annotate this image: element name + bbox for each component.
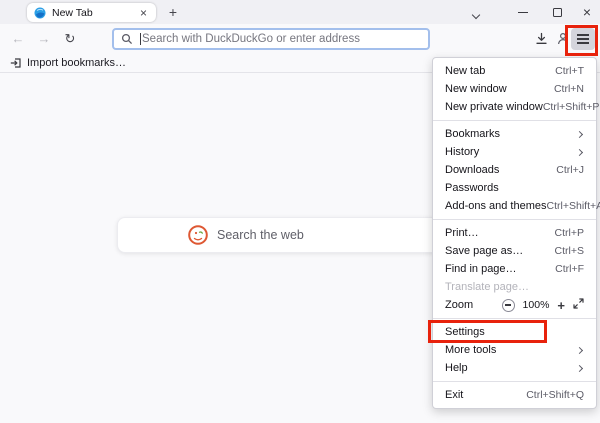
tab-new-tab[interactable]: New Tab ×	[27, 3, 156, 22]
menu-item-translate-page: Translate page…	[433, 278, 596, 296]
menu-item-label: New private window	[445, 101, 543, 113]
menu-separator	[433, 381, 596, 382]
menu-item-shortcut: Ctrl+J	[556, 164, 584, 176]
maximize-button[interactable]	[542, 0, 572, 24]
menu-item-more-tools[interactable]: More tools	[433, 341, 596, 359]
menu-item-help[interactable]: Help	[433, 359, 596, 377]
duckduckgo-icon	[188, 225, 208, 245]
tab-strip: New Tab × + ×	[0, 0, 600, 24]
menu-item-label: Bookmarks	[445, 128, 577, 140]
tab-close-icon[interactable]: ×	[138, 6, 149, 20]
menu-item-passwords[interactable]: Passwords	[433, 179, 596, 197]
chevron-down-icon	[472, 11, 480, 19]
menu-item-label: New window	[445, 83, 554, 95]
minimize-icon	[518, 12, 528, 13]
menu-item-bookmarks[interactable]: Bookmarks	[433, 125, 596, 143]
submenu-chevron-icon	[576, 364, 583, 371]
menu-item-zoom[interactable]: Zoom 100% +	[433, 296, 596, 314]
submenu-chevron-icon	[576, 130, 583, 137]
menu-item-save-page-as[interactable]: Save page as…Ctrl+S	[433, 242, 596, 260]
web-search-field[interactable]: Search the web	[117, 217, 483, 253]
menu-item-history[interactable]: History	[433, 143, 596, 161]
address-bar[interactable]: Search with DuckDuckGo or enter address	[112, 28, 430, 50]
back-button[interactable]: ←	[6, 24, 30, 53]
search-icon	[121, 33, 133, 45]
menu-item-label: Passwords	[445, 182, 584, 194]
app-menu: New tabCtrl+TNew windowCtrl+NNew private…	[432, 57, 597, 409]
minimize-button[interactable]	[508, 0, 538, 24]
close-window-button[interactable]: ×	[572, 0, 600, 24]
menu-item-label: Find in page…	[445, 263, 555, 275]
new-tab-button[interactable]: +	[164, 4, 182, 21]
zoom-level-value: 100%	[523, 299, 550, 311]
menu-item-label: Save page as…	[445, 245, 555, 257]
menu-separator	[433, 318, 596, 319]
menu-item-label: Downloads	[445, 164, 556, 176]
menu-item-label: Zoom	[445, 299, 502, 311]
address-placeholder: Search with DuckDuckGo or enter address	[142, 33, 360, 45]
menu-separator	[433, 120, 596, 121]
minus-icon	[505, 304, 511, 305]
menu-item-shortcut: Ctrl+S	[555, 245, 584, 257]
menu-item-shortcut: Ctrl+N	[554, 83, 584, 95]
menu-item-label: Print…	[445, 227, 555, 239]
menu-item-label: Translate page…	[445, 281, 584, 293]
menu-button-highlight-box	[565, 25, 598, 56]
submenu-chevron-icon	[576, 346, 583, 353]
tab-title: New Tab	[52, 7, 138, 19]
menu-item-label: History	[445, 146, 577, 158]
fullscreen-button[interactable]	[573, 298, 584, 312]
download-icon	[535, 32, 548, 45]
menu-item-add-ons-and-themes[interactable]: Add-ons and themesCtrl+Shift+A	[433, 197, 596, 215]
menu-item-new-window[interactable]: New windowCtrl+N	[433, 80, 596, 98]
zoom-controls: 100% +	[502, 298, 584, 312]
menu-item-shortcut: Ctrl+Shift+Q	[526, 389, 584, 401]
menu-item-label: Exit	[445, 389, 526, 401]
menu-item-shortcut: Ctrl+Shift+P	[543, 101, 600, 113]
zoom-out-button[interactable]	[502, 299, 515, 312]
web-search-placeholder: Search the web	[217, 228, 304, 242]
nav-toolbar: ← → ↻ Search with DuckDuckGo or enter ad…	[0, 24, 600, 53]
menu-item-label: Add-ons and themes	[445, 200, 547, 212]
reload-button[interactable]: ↻	[58, 24, 82, 53]
close-icon: ×	[583, 5, 591, 19]
menu-item-settings[interactable]: Settings	[433, 323, 596, 341]
menu-item-shortcut: Ctrl+T	[555, 65, 584, 77]
text-caret	[140, 33, 141, 45]
menu-item-downloads[interactable]: DownloadsCtrl+J	[433, 161, 596, 179]
menu-item-new-private-window[interactable]: New private windowCtrl+Shift+P	[433, 98, 596, 116]
menu-item-shortcut: Ctrl+P	[555, 227, 584, 239]
menu-item-find-in-page[interactable]: Find in page…Ctrl+F	[433, 260, 596, 278]
maximize-icon	[553, 8, 562, 17]
browser-window: New Tab × + × ← → ↻ Search with DuckDuck…	[0, 0, 600, 423]
menu-item-label: More tools	[445, 344, 577, 356]
submenu-chevron-icon	[576, 148, 583, 155]
menu-separator	[433, 219, 596, 220]
list-all-tabs-button[interactable]	[473, 9, 481, 17]
menu-item-label: New tab	[445, 65, 555, 77]
menu-item-new-tab[interactable]: New tabCtrl+T	[433, 62, 596, 80]
menu-item-print[interactable]: Print…Ctrl+P	[433, 224, 596, 242]
forward-button[interactable]: →	[32, 24, 56, 53]
menu-item-shortcut: Ctrl+F	[555, 263, 584, 275]
menu-item-exit[interactable]: ExitCtrl+Shift+Q	[433, 386, 596, 404]
downloads-button[interactable]	[530, 24, 552, 53]
import-icon	[10, 57, 22, 69]
zoom-in-button[interactable]: +	[557, 299, 565, 312]
menu-item-label: Help	[445, 362, 577, 374]
tab-favicon-icon	[34, 7, 46, 19]
settings-highlight-box	[428, 320, 547, 343]
import-bookmarks-button[interactable]: Import bookmarks…	[10, 57, 126, 69]
menu-item-shortcut: Ctrl+Shift+A	[547, 200, 600, 212]
import-bookmarks-label: Import bookmarks…	[27, 57, 126, 69]
